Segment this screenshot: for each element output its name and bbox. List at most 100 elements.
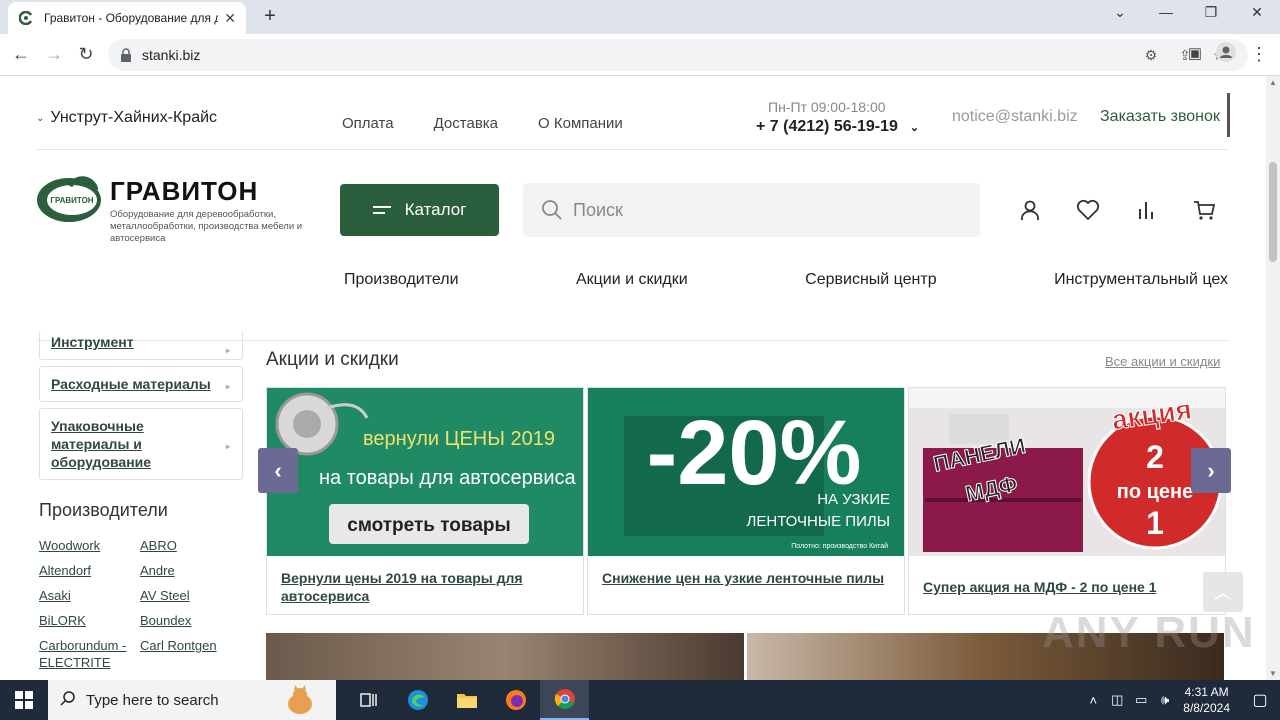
maximize-icon[interactable]: ❐ <box>1197 4 1225 21</box>
tab-search-chevron-icon[interactable]: ⌄ <box>1106 4 1134 21</box>
phone-dropdown-icon[interactable]: ⌄ <box>910 121 919 134</box>
side-panel-icon[interactable]: ▣ <box>1184 44 1206 62</box>
link-about[interactable]: О Компании <box>538 115 623 132</box>
browser-menu-icon[interactable]: ⋮ <box>1248 44 1270 65</box>
start-button[interactable] <box>0 680 48 720</box>
phone-text: + 7 (4212) 56-19-19 <box>756 118 898 135</box>
sidebar-item-label: Инструмент <box>51 334 134 350</box>
promo-image: вернули ЦЕНЫ 2019 на товары для автосерв… <box>267 388 583 556</box>
minimize-icon[interactable]: — <box>1152 4 1180 20</box>
nav-manufacturers[interactable]: Производители <box>344 271 459 289</box>
clock[interactable]: 4:31 AM 8/8/2024 <box>1183 684 1230 716</box>
brand-link[interactable]: Asaki <box>39 587 140 604</box>
logo-emblem-icon: ГРАВИТОН <box>37 176 101 222</box>
site-settings-icon[interactable]: ⚙ <box>1142 46 1160 64</box>
sidebar-item-tools[interactable]: Инструмент ▸ <box>39 330 243 360</box>
nav-promotions[interactable]: Акции и скидки <box>576 271 688 289</box>
compare-icon[interactable] <box>1134 198 1158 222</box>
scroll-up-icon[interactable]: ▲ <box>1269 78 1277 87</box>
sidebar-item-consumables[interactable]: Расходные материалы ▸ <box>39 366 243 402</box>
reload-icon[interactable]: ↻ <box>75 44 97 65</box>
brand-link[interactable]: BiLORK <box>39 612 140 629</box>
address-bar[interactable]: stanki.biz ⚙ ⇪ ☆ <box>108 39 1248 71</box>
scroll-to-top-button[interactable]: ︿ <box>1203 572 1243 612</box>
brand-link[interactable]: Boundex <box>140 612 241 629</box>
promo-image-button-text: смотреть товары <box>347 515 511 536</box>
top-links: Оплата Доставка О Компании <box>342 115 623 132</box>
promo-image-bigtext: -20% <box>647 402 862 504</box>
brand-link[interactable]: AV Steel <box>140 587 241 604</box>
top-info-row: ⌄ Унструт-Хайних-Крайс Оплата Доставка О… <box>36 76 1230 150</box>
promo-badge-number: 1 <box>1146 505 1164 541</box>
brand-link[interactable]: Altendorf <box>39 562 140 579</box>
volume-icon[interactable]: 🕪 <box>1153 692 1177 708</box>
nav-tool-shop[interactable]: Инструментальный цех <box>1054 271 1228 289</box>
task-view-icon[interactable] <box>344 680 393 720</box>
scrollbar-thumb[interactable] <box>1269 162 1277 262</box>
brand-link[interactable]: Woodwork <box>39 537 140 554</box>
callback-link[interactable]: Заказать звонок <box>1100 108 1220 126</box>
promo-carousel: вернули ЦЕНЫ 2019 на товары для автосерв… <box>266 387 1226 615</box>
close-tab-icon[interactable]: ✕ <box>224 10 236 27</box>
promo-card[interactable]: -20% НА УЗКИЕ ЛЕНТОЧНЫЕ ПИЛЫ Полотно: пр… <box>587 387 905 615</box>
cart-icon[interactable] <box>1192 198 1216 222</box>
clock-date: 8/8/2024 <box>1183 701 1230 715</box>
carousel-next-button[interactable]: › <box>1191 448 1231 493</box>
promotions-heading: Акции и скидки <box>266 349 399 370</box>
edge-icon[interactable] <box>393 680 442 720</box>
nav-service-center[interactable]: Сервисный центр <box>805 271 936 289</box>
user-icon[interactable] <box>1018 198 1042 222</box>
forward-icon[interactable]: → <box>43 44 65 65</box>
page-scrollbar[interactable]: ▲ ▼ <box>1266 76 1280 680</box>
logo-tagline: Оборудование для деревообработки, металл… <box>110 209 303 244</box>
notifications-icon[interactable]: ▢ <box>1240 690 1280 710</box>
promo-card[interactable]: вернули ЦЕНЫ 2019 на товары для автосерв… <box>266 387 584 615</box>
system-tray: ˄ ◫ ▭ 🕪 4:31 AM 8/8/2024 ▢ <box>1081 680 1280 720</box>
profile-avatar-icon[interactable] <box>1215 42 1237 67</box>
catalog-label: Каталог <box>404 200 467 219</box>
catalog-button[interactable]: Каталог <box>340 184 499 236</box>
new-tab-button[interactable]: + <box>258 5 282 28</box>
promo-card[interactable]: ПАНЕЛИ МДФ акция 2 по цене 1 Супер акция… <box>908 387 1226 615</box>
link-delivery[interactable]: Доставка <box>434 115 498 132</box>
carousel-prev-button[interactable]: ‹ <box>258 448 298 493</box>
city-selector[interactable]: ⌄ Унструт-Хайних-Крайс <box>36 109 217 127</box>
chevron-left-icon: ‹ <box>274 457 282 483</box>
watermark-text: ANY RUN <box>1042 608 1256 657</box>
brand-link[interactable]: Carborundum - ELECTRITE <box>39 637 140 671</box>
brand-link[interactable]: Andre <box>140 562 241 579</box>
sidebar-item-label: Расходные материалы <box>51 376 211 392</box>
web-page: ⌄ Унструт-Хайних-Крайс Оплата Доставка О… <box>0 76 1266 680</box>
header-icons <box>1018 198 1216 222</box>
site-logo[interactable]: ГРАВИТОН ГРАВИТОН Оборудование для дерев… <box>36 176 306 246</box>
main-navigation: Производители Акции и скидки Сервисный ц… <box>344 271 1228 289</box>
tray-chevron-up-icon[interactable]: ˄ <box>1081 693 1105 708</box>
url-text: stanki.biz <box>142 47 201 63</box>
browser-tab[interactable]: Гравитон - Оборудование для д ✕ <box>8 2 246 34</box>
phone-number[interactable]: + 7 (4212) 56-19-19 ⌄ <box>756 118 919 136</box>
windows-taskbar: Type here to search ˄ ◫ ▭ 🕪 4:31 AM 8/8/… <box>0 680 1280 720</box>
search-icon <box>60 690 76 710</box>
close-window-icon[interactable]: ✕ <box>1243 4 1271 21</box>
firefox-icon[interactable] <box>491 680 540 720</box>
file-explorer-icon[interactable] <box>442 680 491 720</box>
network-icon[interactable]: ▭ <box>1129 692 1153 708</box>
lock-icon <box>121 48 131 62</box>
promo-caption: Супер акция на МДФ - 2 по цене 1 <box>923 579 1157 595</box>
chevron-down-icon: ⌄ <box>36 112 45 124</box>
all-promotions-link[interactable]: Все акции и скидки <box>1105 354 1220 369</box>
taskbar-search-input[interactable]: Type here to search <box>48 680 336 720</box>
email-link[interactable]: notice@stanki.biz <box>952 108 1078 126</box>
brand-link[interactable]: Carl Rontgen <box>140 637 241 671</box>
scroll-down-icon[interactable]: ▼ <box>1269 669 1277 678</box>
taskbar-search-placeholder: Type here to search <box>86 691 219 709</box>
link-payment[interactable]: Оплата <box>342 115 394 132</box>
banner-image[interactable] <box>266 633 744 680</box>
brand-link[interactable]: ABRO <box>140 537 241 554</box>
sidebar-item-packaging[interactable]: Упаковочные материалы и оборудование ▸ <box>39 408 243 480</box>
meet-now-icon[interactable]: ◫ <box>1105 692 1129 708</box>
back-icon[interactable]: ← <box>10 44 32 65</box>
chrome-icon[interactable] <box>540 680 589 720</box>
heart-icon[interactable] <box>1076 198 1100 222</box>
search-input[interactable]: Поиск <box>523 183 980 237</box>
